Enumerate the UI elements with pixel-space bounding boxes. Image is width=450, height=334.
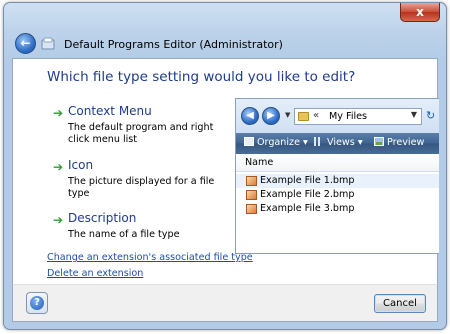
option-description: The name of a file type [68,229,180,240]
green-arrow-icon: ➔ [53,160,64,174]
address-bar: « My Files ▼ [294,108,422,125]
button-bar: ? Cancel [12,284,438,322]
organize-menu: Organize ▾ [244,137,308,148]
change-extension-link[interactable]: Change an extension's associated file ty… [47,252,253,263]
nav-dropdown-icon: ▼ [285,111,291,119]
organize-label: Organize ▾ [257,137,308,148]
views-label: Views ▾ [327,137,363,148]
help-icon: ? [30,296,44,310]
address-path: My Files [329,111,368,122]
column-header: Name [236,154,439,172]
app-icon [41,37,55,50]
views-icon [314,137,320,146]
organize-icon [244,137,254,146]
green-arrow-icon: ➔ [53,106,64,120]
option-description: The default program and right click menu… [68,122,214,145]
explorer-forward-icon: ▶ [262,107,280,125]
close-button[interactable]: x [400,3,440,22]
option-description: The picture displayed for a file type [68,176,215,199]
refresh-icon: ↻ [426,109,436,122]
main-panel: Which file type setting would you like t… [12,58,439,284]
green-arrow-icon: ➔ [53,213,64,227]
title-bar: x ← Default Programs Editor (Administrat… [4,3,446,57]
folder-icon [298,112,309,121]
file-name: Example File 3.bmp [260,203,355,214]
option-title: Icon [68,158,94,172]
page-title: Which file type setting would you like t… [47,69,356,85]
explorer-toolbar: Organize ▾ Views ▾ Preview [236,133,439,154]
preview-menu: Preview [374,137,424,148]
preview-icon [374,137,384,146]
list-item: Example File 2.bmp [236,188,439,202]
help-button[interactable]: ? [26,292,48,314]
address-dropdown-icon: ▼ [410,110,417,119]
window-title: Default Programs Editor (Administrator) [64,38,283,51]
delete-extension-link[interactable]: Delete an extension [47,268,143,279]
list-item: Example File 1.bmp [236,174,439,188]
bitmap-file-icon [246,176,257,186]
back-arrow-icon[interactable]: ← [15,33,36,54]
list-item: Example File 3.bmp [236,202,439,216]
preview-label: Preview [387,137,425,148]
explorer-nav-bar: ◀ ▶ ▼ « My Files ▼ ↻ [236,99,439,133]
bitmap-file-icon [246,190,257,200]
file-name: Example File 1.bmp [260,175,355,186]
explorer-back-icon: ◀ [241,107,259,125]
views-menu: Views ▾ [314,137,363,148]
explorer-preview-image: ◀ ▶ ▼ « My Files ▼ ↻ Organize ▾ Views ▾ … [235,98,439,254]
file-name: Example File 2.bmp [260,189,355,200]
option-title: Context Menu [68,104,152,118]
bitmap-file-icon [246,204,257,214]
cancel-button[interactable]: Cancel [374,294,426,313]
option-title: Description [68,211,137,225]
address-prefix: « [313,110,320,121]
name-column-label: Name [245,157,274,168]
dialog-window: x ← Default Programs Editor (Administrat… [3,2,447,330]
